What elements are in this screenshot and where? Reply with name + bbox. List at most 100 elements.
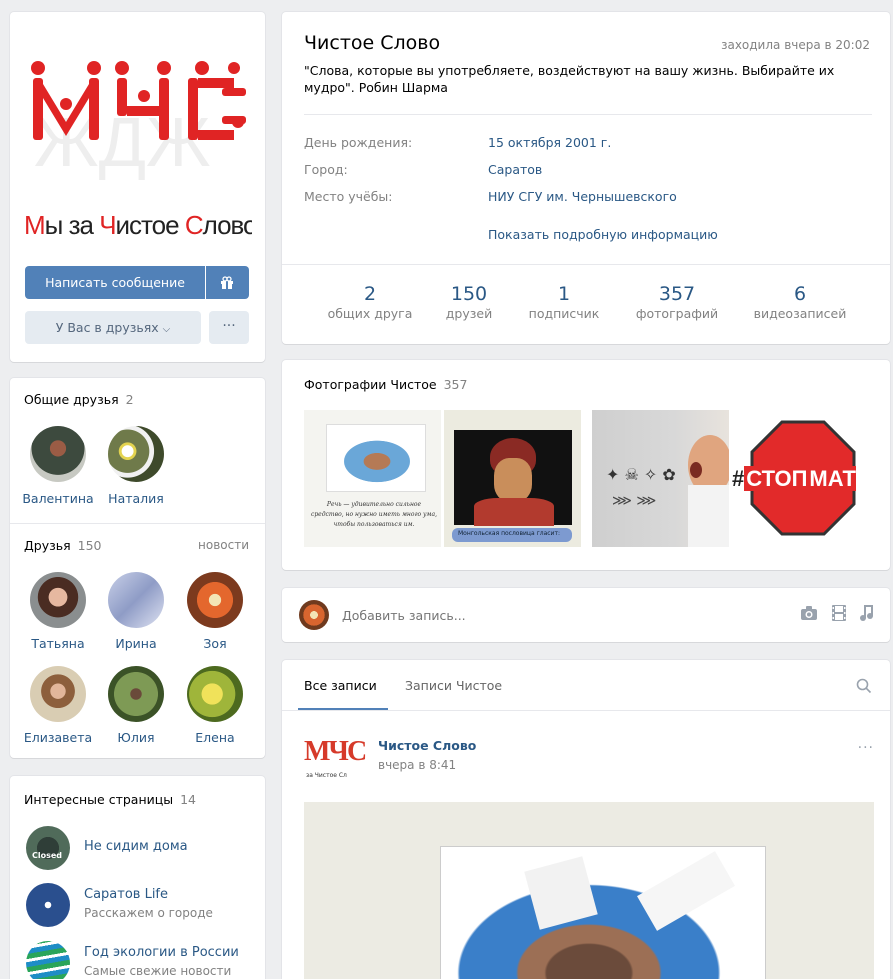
- avatar-card: ЖДЖ Мы за Чистое Слово Написать сообщени…: [10, 12, 265, 362]
- info-value[interactable]: НИУ СГУ им. Чернышевского: [488, 189, 788, 204]
- divider: [10, 523, 265, 524]
- page-subtitle: Самые свежие новости: [84, 964, 232, 978]
- divider: [304, 114, 872, 115]
- wall-search-button[interactable]: [856, 678, 872, 697]
- stat-photos[interactable]: 357 фотографий: [622, 282, 732, 321]
- post-image[interactable]: [304, 802, 874, 979]
- mutual-friends-count: 2: [125, 392, 134, 407]
- write-message-button[interactable]: Написать сообщение: [25, 266, 205, 299]
- page-name: Год экологии в России: [84, 945, 239, 960]
- camera-icon[interactable]: [800, 605, 818, 625]
- interesting-pages-card: Интересные страницы 14 Closed Не сидим д…: [10, 776, 265, 979]
- friends-status-button[interactable]: У Вас в друзьях ⌵: [25, 311, 201, 344]
- friend-name[interactable]: Зоя: [175, 636, 255, 651]
- photos-title: Фотографии Чистое: [304, 377, 437, 392]
- wall-card: Все записи Записи Чистое МЧС за Чистое С…: [282, 660, 890, 979]
- friend-avatar[interactable]: [187, 666, 243, 722]
- composer-avatar: [299, 600, 329, 630]
- photo-caption: Монгольская пословица гласит:: [458, 530, 560, 537]
- info-key: Место учёбы:: [304, 189, 393, 204]
- mutual-friend-avatar[interactable]: [30, 426, 86, 482]
- info-value[interactable]: Саратов: [488, 162, 788, 177]
- mutual-friend-name[interactable]: Наталия: [96, 491, 176, 506]
- info-key: Город:: [304, 162, 348, 177]
- gift-icon: [221, 276, 233, 289]
- mutual-friends-title: Общие друзья: [24, 392, 119, 407]
- tab-owner-posts[interactable]: Записи Чистое: [405, 678, 502, 693]
- info-value[interactable]: 15 октября 2001 г.: [488, 135, 788, 150]
- post-time[interactable]: вчера в 8:41: [378, 758, 456, 772]
- composer-input[interactable]: [342, 604, 762, 626]
- mutual-friends-header[interactable]: Общие друзья 2: [24, 392, 134, 407]
- friend-name[interactable]: Ирина: [96, 636, 176, 651]
- profile-avatar[interactable]: ЖДЖ Мы за Чистое Слово: [24, 26, 252, 258]
- pages-title: Интересные страницы: [24, 792, 174, 807]
- tab-label: Все записи: [304, 678, 377, 693]
- stat-value: 1: [557, 283, 571, 305]
- pages-count: 14: [180, 792, 197, 807]
- friends-count: 150: [77, 538, 102, 553]
- photos-count: 357: [443, 377, 468, 392]
- stat-mutual-friends[interactable]: 2 общих друга: [310, 282, 430, 321]
- stat-label: видеозаписей: [753, 306, 847, 321]
- post-author-name[interactable]: Чистое Слово: [378, 738, 476, 753]
- stat-friends[interactable]: 150 друзей: [424, 282, 514, 321]
- show-more-info-link[interactable]: Показать подробную информацию: [488, 227, 718, 242]
- page-subtitle: Расскажем о городе: [84, 906, 213, 920]
- music-icon[interactable]: [860, 604, 874, 626]
- post-more-button[interactable]: ···: [858, 740, 874, 756]
- friend-avatar[interactable]: [108, 666, 164, 722]
- stat-label: общих друга: [327, 306, 413, 321]
- post-author-avatar[interactable]: МЧС за Чистое Сл: [302, 732, 367, 784]
- svg-text:⋙ ⋙: ⋙ ⋙: [612, 493, 656, 509]
- page-name: Не сидим дома: [84, 839, 188, 854]
- page-avatar: Closed: [26, 826, 70, 870]
- friend-avatar[interactable]: [30, 572, 86, 628]
- photo-thumb[interactable]: Монгольская пословица гласит:: [444, 410, 581, 547]
- stat-value: 2: [363, 283, 377, 305]
- write-message-label: Написать сообщение: [45, 275, 185, 290]
- friend-name[interactable]: Елизавета: [18, 730, 98, 745]
- stat-followers[interactable]: 1 подписчик: [514, 282, 614, 321]
- friend-name[interactable]: Юлия: [96, 730, 176, 745]
- friends-title: Друзья: [24, 538, 71, 553]
- more-actions-button[interactable]: ···: [209, 311, 249, 344]
- stat-value: 150: [450, 283, 488, 305]
- stat-videos[interactable]: 6 видеозаписей: [740, 282, 860, 321]
- last-seen: заходила вчера в 20:02: [721, 38, 870, 52]
- chevron-down-icon: ⌵: [162, 324, 171, 335]
- logo-caption: Мы за Чистое Слово: [24, 210, 252, 240]
- page-avatar: [26, 941, 70, 979]
- friend-avatar[interactable]: [187, 572, 243, 628]
- profile-info-card: Чистое Слово заходила вчера в 20:02 "Сло…: [282, 12, 890, 344]
- friend-avatar[interactable]: [30, 666, 86, 722]
- post-avatar-logo: МЧС: [304, 736, 367, 767]
- mutual-friend-name[interactable]: Валентина: [18, 491, 98, 506]
- info-key: День рождения:: [304, 135, 413, 150]
- photos-card: Фотографии Чистое 357 Речь — удивительно…: [282, 360, 890, 570]
- tab-all-posts[interactable]: Все записи: [304, 678, 377, 693]
- pages-header[interactable]: Интересные страницы 14: [24, 792, 196, 807]
- friends-header[interactable]: Друзья 150: [24, 538, 101, 553]
- profile-status[interactable]: "Слова, которые вы употребляете, воздейс…: [304, 62, 844, 96]
- photo-thumb[interactable]: ✦ ☠ ✧ ✿ ⋙ ⋙: [592, 410, 729, 547]
- page-name: Саратов Life: [84, 887, 169, 902]
- friend-name[interactable]: Татьяна: [18, 636, 98, 651]
- post-composer: [282, 588, 890, 642]
- gift-button[interactable]: [206, 266, 249, 299]
- photos-header[interactable]: Фотографии Чистое 357: [304, 377, 467, 392]
- photo-thumb[interactable]: #СТОПМАТ: [732, 410, 868, 547]
- friend-name[interactable]: Елена: [175, 730, 255, 745]
- video-icon[interactable]: [832, 605, 846, 625]
- stat-value: 357: [658, 283, 696, 305]
- more-dots-icon: ···: [222, 318, 236, 334]
- post-avatar-caption: за Чистое Сл: [306, 772, 347, 779]
- stat-label: фотографий: [635, 306, 719, 321]
- friends-news-link[interactable]: новости: [198, 538, 249, 552]
- profile-name: Чистое Слово: [304, 32, 441, 54]
- stat-label: подписчик: [528, 306, 600, 321]
- mutual-friend-avatar[interactable]: [108, 426, 164, 482]
- friend-avatar[interactable]: [108, 572, 164, 628]
- photo-caption: Речь — удивительно сильное средство, но …: [310, 501, 437, 528]
- photo-thumb[interactable]: Речь — удивительно сильное средство, но …: [304, 410, 441, 547]
